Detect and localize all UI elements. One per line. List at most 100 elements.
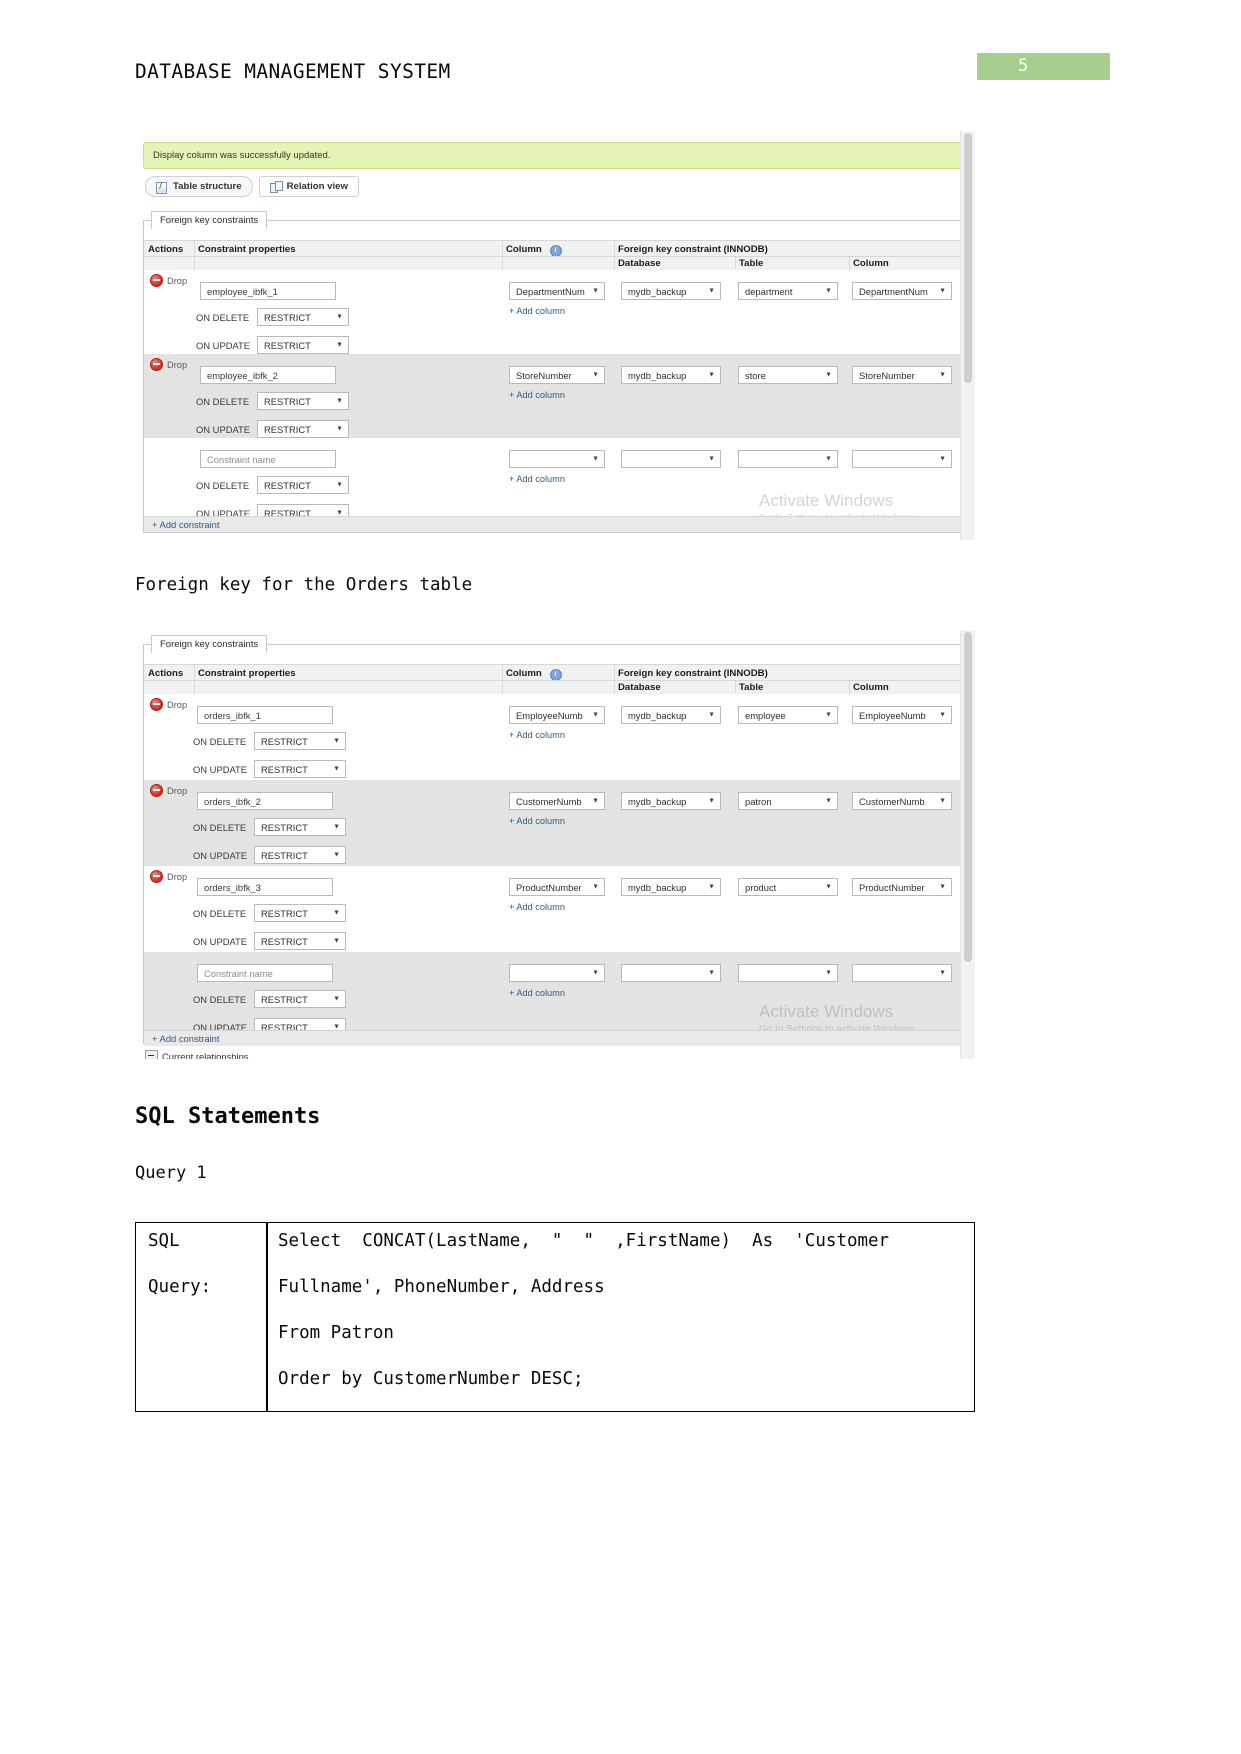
add-column-link[interactable]: + Add column xyxy=(509,902,565,912)
chevron-down-icon: ▼ xyxy=(336,313,343,321)
drop-constraint-button[interactable]: Drop xyxy=(150,698,187,711)
column-select[interactable]: ProductNumber ▼ xyxy=(509,878,605,896)
chevron-down-icon: ▼ xyxy=(336,481,343,489)
page-number: 5 xyxy=(1018,56,1029,76)
chevron-down-icon: ▼ xyxy=(333,995,340,1003)
add-column-link[interactable]: + Add column xyxy=(509,390,565,400)
constraint-name-input[interactable]: employee_ibfk_1 xyxy=(200,282,336,300)
column-select[interactable]: DepartmentNum ▼ xyxy=(509,282,605,300)
on-update-value: RESTRICT xyxy=(261,763,308,775)
on-delete-select[interactable]: RESTRICT ▼ xyxy=(254,732,346,750)
table-column-divider xyxy=(266,1223,268,1411)
on-update-select[interactable]: RESTRICT ▼ xyxy=(254,760,346,778)
on-delete-select[interactable]: RESTRICT ▼ xyxy=(257,392,349,410)
chevron-down-icon: ▼ xyxy=(333,937,340,945)
on-delete-select[interactable]: RESTRICT ▼ xyxy=(257,308,349,326)
chevron-down-icon: ▼ xyxy=(939,455,946,463)
on-delete-label: ON DELETE xyxy=(193,994,247,1005)
add-column-link[interactable]: + Add column xyxy=(509,730,565,740)
database-select[interactable]: mydb_backup ▼ xyxy=(621,282,721,300)
add-constraint-bar[interactable]: + Add constraint xyxy=(144,1030,962,1046)
constraint-name-input[interactable]: orders_ibfk_2 xyxy=(197,792,333,810)
fk-column-value: EmployeeNumb xyxy=(859,709,926,721)
drop-label: Drop xyxy=(167,359,188,370)
fk-column-select[interactable]: DepartmentNum ▼ xyxy=(852,282,952,300)
scrollbar-thumb[interactable] xyxy=(964,632,972,962)
database-select[interactable]: mydb_backup ▼ xyxy=(621,792,721,810)
chevron-down-icon: ▼ xyxy=(825,969,832,977)
drop-icon xyxy=(150,870,163,883)
document-page: DATABASE MANAGEMENT SYSTEM 5 Display col… xyxy=(0,0,1241,1754)
constraint-name-input[interactable]: orders_ibfk_1 xyxy=(197,706,333,724)
table-select[interactable]: ▼ xyxy=(738,964,838,982)
on-update-select[interactable]: RESTRICT ▼ xyxy=(257,420,349,438)
table-select[interactable]: store ▼ xyxy=(738,366,838,384)
column-select[interactable]: ▼ xyxy=(509,450,605,468)
add-column-link[interactable]: + Add column xyxy=(509,306,565,316)
column-select[interactable]: StoreNumber ▼ xyxy=(509,366,605,384)
on-delete-value: RESTRICT xyxy=(261,907,308,919)
on-update-select[interactable]: RESTRICT ▼ xyxy=(257,336,349,354)
on-update-select[interactable]: RESTRICT ▼ xyxy=(254,846,346,864)
table-select[interactable]: patron ▼ xyxy=(738,792,838,810)
constraint-name-input[interactable]: employee_ibfk_2 xyxy=(200,366,336,384)
database-select[interactable]: ▼ xyxy=(621,450,721,468)
add-constraint-link[interactable]: + Add constraint xyxy=(152,1033,220,1044)
tab-table-structure[interactable]: Table structure xyxy=(145,176,253,197)
drop-constraint-button[interactable]: Drop xyxy=(150,784,187,797)
add-column-link[interactable]: + Add column xyxy=(509,988,565,998)
table-select[interactable]: department ▼ xyxy=(738,282,838,300)
fk-column-select[interactable]: EmployeeNumb ▼ xyxy=(852,706,952,724)
fk-column-select[interactable]: ▼ xyxy=(852,450,952,468)
chevron-down-icon: ▼ xyxy=(825,883,832,891)
sql-label-line-1: SQL xyxy=(148,1231,180,1251)
table-select[interactable]: ▼ xyxy=(738,450,838,468)
database-select[interactable]: mydb_backup ▼ xyxy=(621,878,721,896)
add-column-link[interactable]: + Add column xyxy=(509,816,565,826)
table-row: Constraint name ON DELETE RESTRICT ▼ ON … xyxy=(144,438,962,522)
on-delete-select[interactable]: RESTRICT ▼ xyxy=(254,818,346,836)
chevron-down-icon: ▼ xyxy=(708,287,715,295)
tab-table-structure-label: Table structure xyxy=(173,181,242,192)
header-actions: Actions xyxy=(148,668,184,679)
database-select[interactable]: ▼ xyxy=(621,964,721,982)
chevron-down-icon: ▼ xyxy=(708,883,715,891)
database-select[interactable]: mydb_backup ▼ xyxy=(621,366,721,384)
add-constraint-link[interactable]: + Add constraint xyxy=(152,519,220,530)
drop-constraint-button[interactable]: Drop xyxy=(150,274,187,287)
panel-legend: Foreign key constraints xyxy=(151,211,268,229)
add-column-link[interactable]: + Add column xyxy=(509,474,565,484)
scrollbar-thumb[interactable] xyxy=(964,133,972,383)
fk-column-select[interactable]: ProductNumber ▼ xyxy=(852,878,952,896)
table-select[interactable]: employee ▼ xyxy=(738,706,838,724)
chevron-down-icon: ▼ xyxy=(333,909,340,917)
fk-column-select[interactable]: CustomerNumb ▼ xyxy=(852,792,952,810)
scrollbar-vertical[interactable] xyxy=(960,131,975,540)
database-select[interactable]: mydb_backup ▼ xyxy=(621,706,721,724)
drop-constraint-button[interactable]: Drop xyxy=(150,358,187,371)
column-select[interactable]: EmployeeNumb ▼ xyxy=(509,706,605,724)
fk-column-select[interactable]: StoreNumber ▼ xyxy=(852,366,952,384)
on-delete-select[interactable]: RESTRICT ▼ xyxy=(254,990,346,1008)
constraint-name-input[interactable]: Constraint name xyxy=(197,964,333,982)
chevron-down-icon: ▼ xyxy=(825,287,832,295)
table-select[interactable]: product ▼ xyxy=(738,878,838,896)
add-constraint-bar[interactable]: + Add constraint xyxy=(144,516,962,532)
subheading-query-1: Query 1 xyxy=(135,1163,207,1183)
drop-constraint-button[interactable]: Drop xyxy=(150,870,187,883)
tab-relation-view-label: Relation view xyxy=(286,181,348,192)
on-delete-select[interactable]: RESTRICT ▼ xyxy=(254,904,346,922)
constraint-name-input[interactable]: Constraint name xyxy=(200,450,336,468)
tab-relation-view[interactable]: Relation view xyxy=(258,176,359,197)
current-relationships-toggle[interactable]: Current relationships xyxy=(145,1050,249,1059)
fk-column-select[interactable]: ▼ xyxy=(852,964,952,982)
scrollbar-vertical[interactable] xyxy=(960,630,975,1059)
column-select[interactable]: ▼ xyxy=(509,964,605,982)
on-delete-select[interactable]: RESTRICT ▼ xyxy=(257,476,349,494)
chevron-down-icon: ▼ xyxy=(592,969,599,977)
constraint-name-input[interactable]: orders_ibfk_3 xyxy=(197,878,333,896)
column-value: CustomerNumb xyxy=(516,795,582,807)
sql-query-line: Order by CustomerNumber DESC; xyxy=(278,1369,584,1389)
on-update-select[interactable]: RESTRICT ▼ xyxy=(254,932,346,950)
column-select[interactable]: CustomerNumb ▼ xyxy=(509,792,605,810)
